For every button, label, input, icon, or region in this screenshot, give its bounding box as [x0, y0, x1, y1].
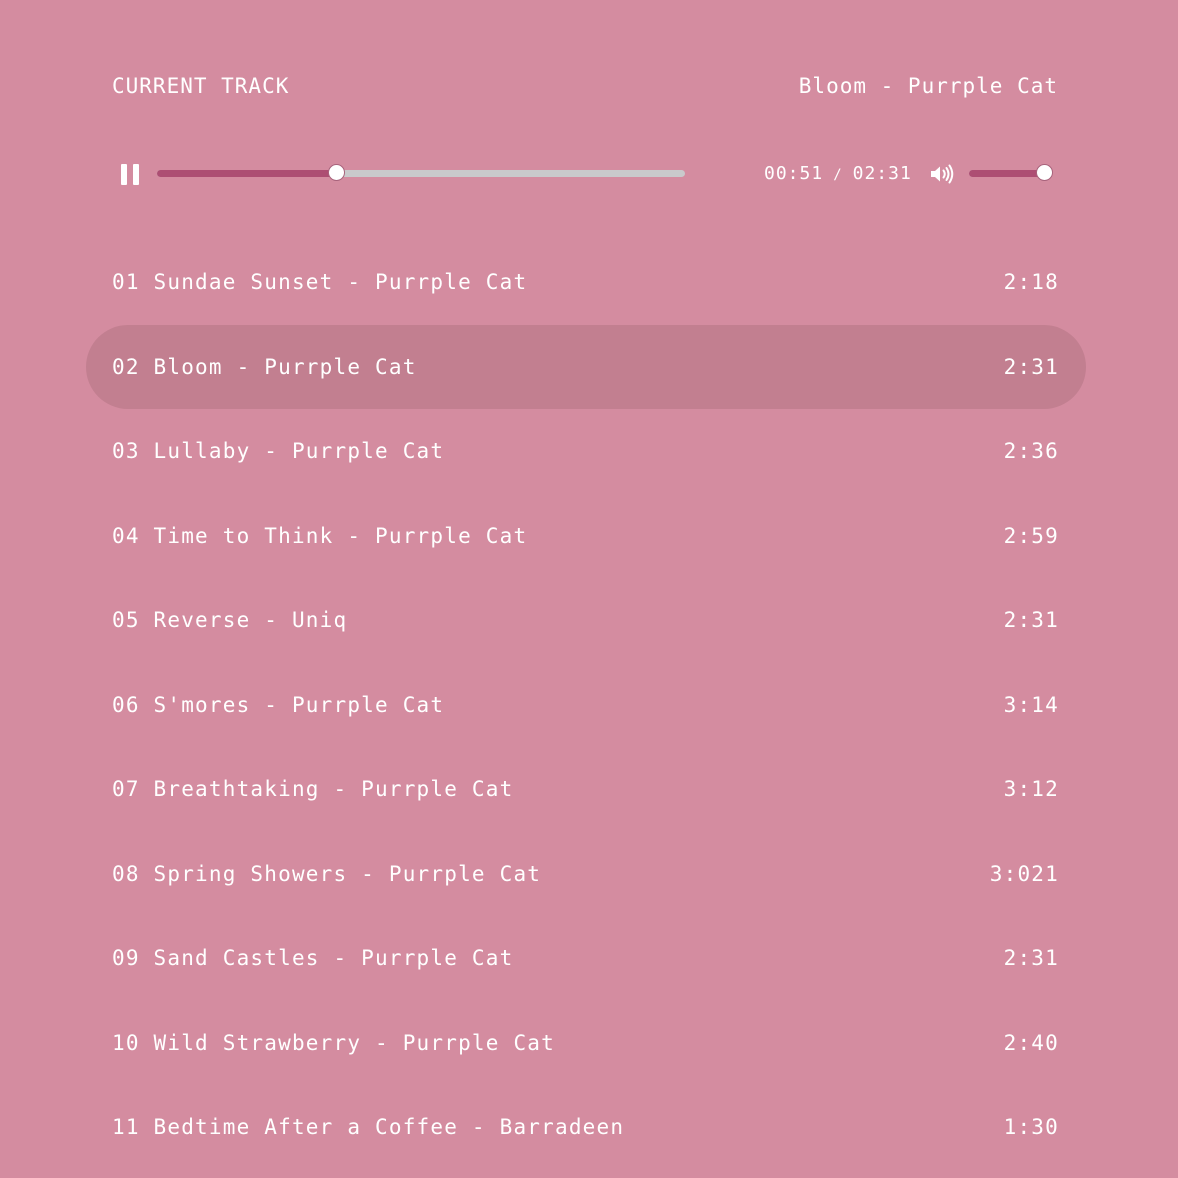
volume-icon[interactable]: [930, 164, 956, 184]
track-title: 07 Breathtaking - Purrple Cat: [112, 777, 514, 802]
current-track-header: CURRENT TRACK Bloom - Purrple Cat: [112, 72, 1058, 100]
track-title: 09 Sand Castles - Purrple Cat: [112, 946, 514, 971]
playlist-item[interactable]: 10 Wild Strawberry - Purrple Cat 2:40: [86, 1001, 1086, 1086]
track-title: 10 Wild Strawberry - Purrple Cat: [112, 1030, 555, 1055]
track-duration: 2:40: [1003, 1030, 1059, 1055]
track-title: 02 Bloom - Purrple Cat: [112, 354, 417, 379]
pause-button[interactable]: [120, 164, 140, 185]
track-title: 11 Bedtime After a Coffee - Barradeen: [112, 1115, 625, 1140]
playlist-item[interactable]: 06 S'mores - Purrple Cat 3:14: [86, 663, 1086, 748]
track-duration: 2:18: [1003, 270, 1059, 295]
pause-icon-bar: [133, 164, 139, 185]
playlist-item[interactable]: 09 Sand Castles - Purrple Cat 2:31: [86, 916, 1086, 1001]
seek-bar[interactable]: [157, 164, 685, 181]
playlist-item[interactable]: 05 Reverse - Uniq 2:31: [86, 578, 1086, 663]
track-title: 05 Reverse - Uniq: [112, 608, 348, 633]
track-duration: 2:31: [1003, 354, 1059, 379]
pause-icon: [121, 164, 127, 185]
track-duration: 2:31: [1003, 608, 1059, 633]
track-duration: 3:14: [1003, 692, 1059, 717]
current-track-label: CURRENT TRACK: [112, 74, 290, 98]
seek-bar-handle[interactable]: [327, 164, 345, 181]
track-duration: 1:30: [1003, 1115, 1059, 1140]
playlist-item-active[interactable]: 02 Bloom - Purrple Cat 2:31: [86, 324, 1086, 409]
playlist-item[interactable]: 07 Breathtaking - Purrple Cat 3:12: [86, 747, 1086, 832]
playlist-item[interactable]: 03 Lullaby - Purrple Cat 2:36: [86, 409, 1086, 494]
time-separator: /: [833, 167, 843, 183]
track-duration: 2:31: [1003, 946, 1059, 971]
playlist: 01 Sundae Sunset - Purrple Cat 2:18 02 Blo…: [86, 240, 1086, 1170]
track-title: 03 Lullaby - Purrple Cat: [112, 439, 445, 464]
track-duration: 2:36: [1003, 439, 1059, 464]
seek-bar-fill: [157, 170, 337, 177]
time-display: 00:51 / 02:31: [764, 163, 912, 185]
track-duration: 3:12: [1003, 777, 1059, 802]
track-title: 01 Sundae Sunset - Purrple Cat: [112, 270, 528, 295]
track-duration: 2:59: [1003, 523, 1059, 548]
volume-slider-fill: [969, 170, 1045, 177]
playlist-item[interactable]: 11 Bedtime After a Coffee - Barradeen 1:3…: [86, 1085, 1086, 1170]
track-title: 08 Spring Showers - Purrple Cat: [112, 861, 542, 886]
track-duration: 3:021: [989, 861, 1059, 886]
volume-slider[interactable]: [969, 164, 1053, 181]
now-playing-title: Bloom - Purrple Cat: [798, 74, 1058, 98]
audio-player: 00:51 / 02:31: [112, 158, 1058, 190]
total-time: 02:31: [852, 163, 912, 184]
playlist-item[interactable]: 08 Spring Showers - Purrple Cat 3:021: [86, 832, 1086, 917]
playlist-item[interactable]: 04 Time to Think - Purrple Cat 2:59: [86, 494, 1086, 579]
track-title: 06 S'mores - Purrple Cat: [112, 692, 445, 717]
track-title: 04 Time to Think - Purrple Cat: [112, 523, 528, 548]
playlist-item[interactable]: 01 Sundae Sunset - Purrple Cat 2:18: [86, 240, 1086, 325]
current-time: 00:51: [764, 163, 824, 184]
speaker-icon: [931, 164, 954, 184]
volume-slider-handle[interactable]: [1035, 164, 1053, 181]
